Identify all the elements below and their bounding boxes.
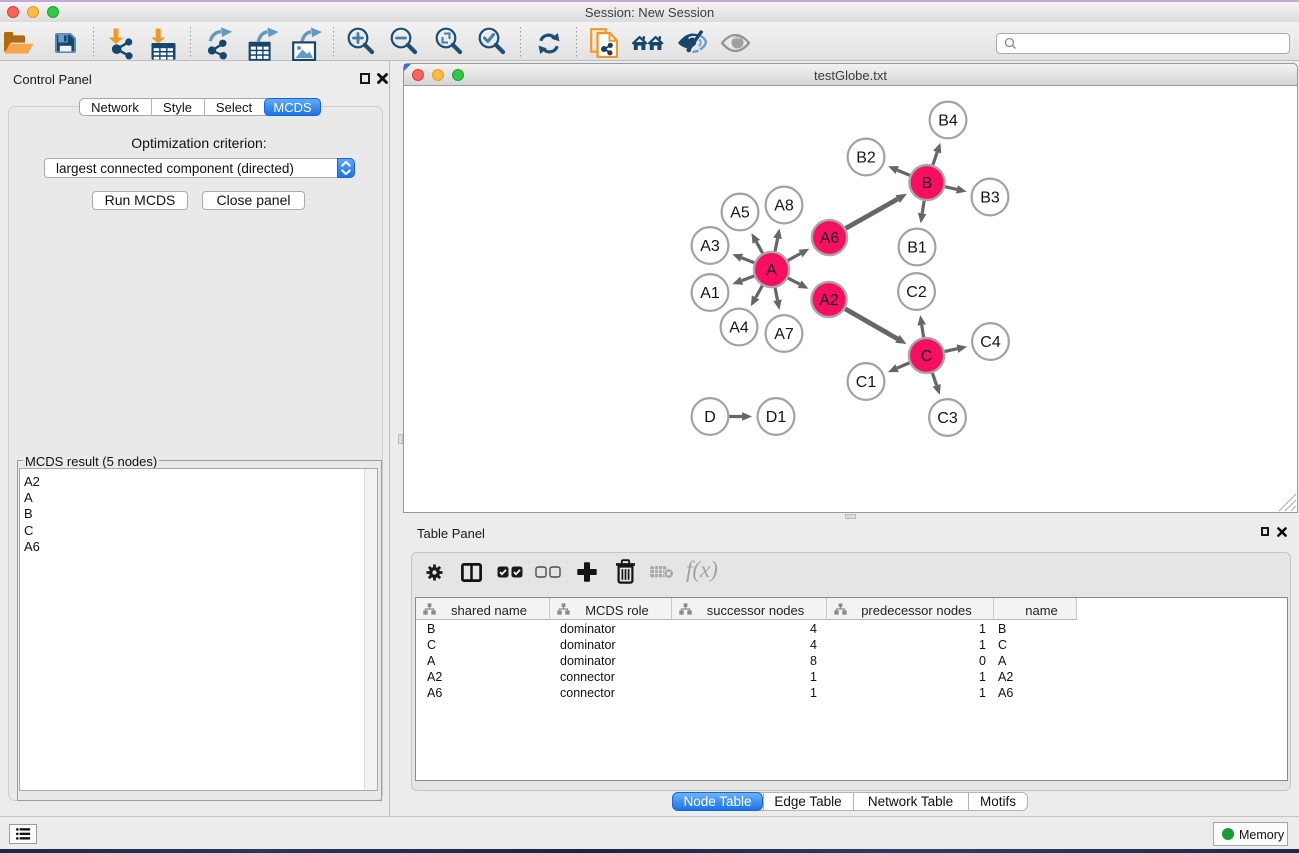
svg-text:A1: A1 <box>700 285 720 302</box>
svg-text:B2: B2 <box>856 150 876 167</box>
svg-text:C3: C3 <box>937 410 958 427</box>
svg-text:B: B <box>922 175 933 192</box>
svg-text:B4: B4 <box>938 113 958 130</box>
svg-text:A5: A5 <box>730 205 750 222</box>
svg-text:D: D <box>704 409 716 426</box>
svg-text:A: A <box>766 262 777 279</box>
svg-text:A8: A8 <box>774 198 794 215</box>
svg-text:A3: A3 <box>700 238 720 255</box>
svg-text:A4: A4 <box>729 320 749 337</box>
svg-text:C1: C1 <box>856 374 877 391</box>
svg-text:D1: D1 <box>766 409 787 426</box>
svg-text:A7: A7 <box>774 326 794 343</box>
svg-text:A2: A2 <box>819 292 839 309</box>
svg-text:B1: B1 <box>907 240 927 257</box>
svg-text:C2: C2 <box>906 284 927 301</box>
svg-text:C4: C4 <box>980 334 1001 351</box>
svg-text:B3: B3 <box>980 190 1000 207</box>
svg-text:A6: A6 <box>820 230 840 247</box>
svg-text:C: C <box>921 348 933 365</box>
